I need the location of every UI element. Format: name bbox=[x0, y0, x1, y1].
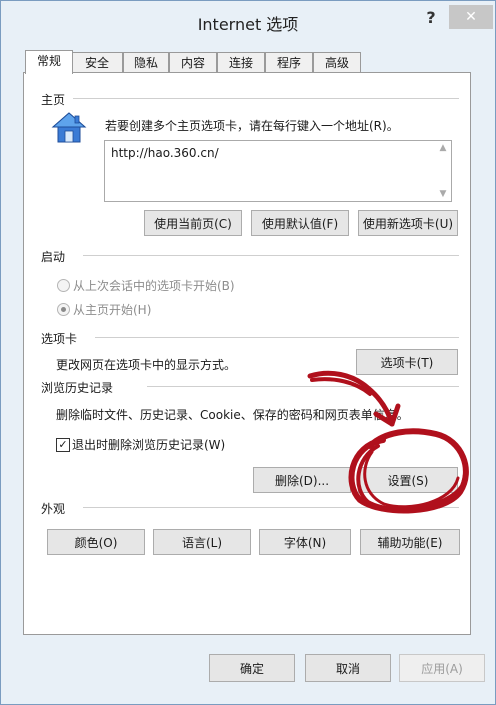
radio-homepage-label: 从主页开始(H) bbox=[73, 303, 152, 317]
languages-button[interactable]: 语言(L) bbox=[153, 529, 251, 555]
tabs-divider bbox=[95, 337, 459, 338]
tab-content[interactable]: 内容 bbox=[169, 52, 217, 73]
tabs-button[interactable]: 选项卡(T) bbox=[356, 349, 458, 375]
homepage-url-textarea[interactable]: http://hao.360.cn/ ▲ ▼ bbox=[104, 140, 452, 202]
startup-divider bbox=[83, 255, 459, 256]
tab-connections[interactable]: 连接 bbox=[217, 52, 265, 73]
radio-last-session-label: 从上次会话中的选项卡开始(B) bbox=[73, 279, 235, 293]
ok-button[interactable]: 确定 bbox=[209, 654, 295, 682]
radio-homepage[interactable] bbox=[57, 303, 70, 316]
apply-button[interactable]: 应用(A) bbox=[399, 654, 485, 682]
tab-advanced[interactable]: 高级 bbox=[313, 52, 361, 73]
tab-general[interactable]: 常规 bbox=[25, 50, 73, 74]
help-button[interactable]: ? bbox=[419, 7, 443, 29]
delete-on-exit-label: 退出时删除浏览历史记录(W) bbox=[72, 438, 226, 452]
startup-section-title: 启动 bbox=[41, 250, 66, 264]
fonts-button[interactable]: 字体(N) bbox=[259, 529, 351, 555]
homepage-section-title: 主页 bbox=[41, 93, 66, 107]
tab-security[interactable]: 安全 bbox=[71, 52, 123, 73]
colors-button[interactable]: 颜色(O) bbox=[47, 529, 145, 555]
history-divider bbox=[147, 386, 459, 387]
history-section-title: 浏览历史记录 bbox=[41, 381, 114, 395]
appearance-divider bbox=[83, 507, 459, 508]
scroll-down-icon[interactable]: ▼ bbox=[437, 189, 449, 199]
accessibility-button[interactable]: 辅助功能(E) bbox=[360, 529, 460, 555]
close-button[interactable]: ✕ bbox=[449, 5, 493, 29]
home-icon bbox=[51, 112, 87, 143]
internet-options-dialog: Internet 选项 ? ✕ 常规 安全 隐私 内容 连接 程序 高级 主页 … bbox=[0, 0, 496, 705]
tab-programs[interactable]: 程序 bbox=[265, 52, 313, 73]
homepage-url-value: http://hao.360.cn/ bbox=[111, 146, 219, 160]
tabs-description: 更改网页在选项卡中的显示方式。 bbox=[56, 358, 237, 372]
use-default-button[interactable]: 使用默认值(F) bbox=[251, 210, 349, 236]
use-current-button[interactable]: 使用当前页(C) bbox=[144, 210, 242, 236]
history-settings-button[interactable]: 设置(S) bbox=[358, 467, 458, 493]
tabs-section-title: 选项卡 bbox=[41, 332, 78, 346]
use-new-tab-button[interactable]: 使用新选项卡(U) bbox=[358, 210, 458, 236]
tab-privacy[interactable]: 隐私 bbox=[123, 52, 169, 73]
homepage-divider bbox=[73, 98, 459, 99]
radio-last-session[interactable] bbox=[57, 279, 70, 292]
delete-history-button[interactable]: 删除(D)... bbox=[253, 467, 351, 493]
delete-on-exit-checkbox[interactable]: ✓ bbox=[56, 438, 70, 452]
homepage-description: 若要创建多个主页选项卡，请在每行键入一个地址(R)。 bbox=[105, 119, 399, 133]
title-bar: Internet 选项 ? ✕ bbox=[1, 1, 495, 41]
scroll-up-icon[interactable]: ▲ bbox=[437, 143, 449, 153]
history-description: 删除临时文件、历史记录、Cookie、保存的密码和网页表单信息。 bbox=[56, 408, 409, 422]
cancel-button[interactable]: 取消 bbox=[305, 654, 391, 682]
appearance-section-title: 外观 bbox=[41, 502, 66, 516]
